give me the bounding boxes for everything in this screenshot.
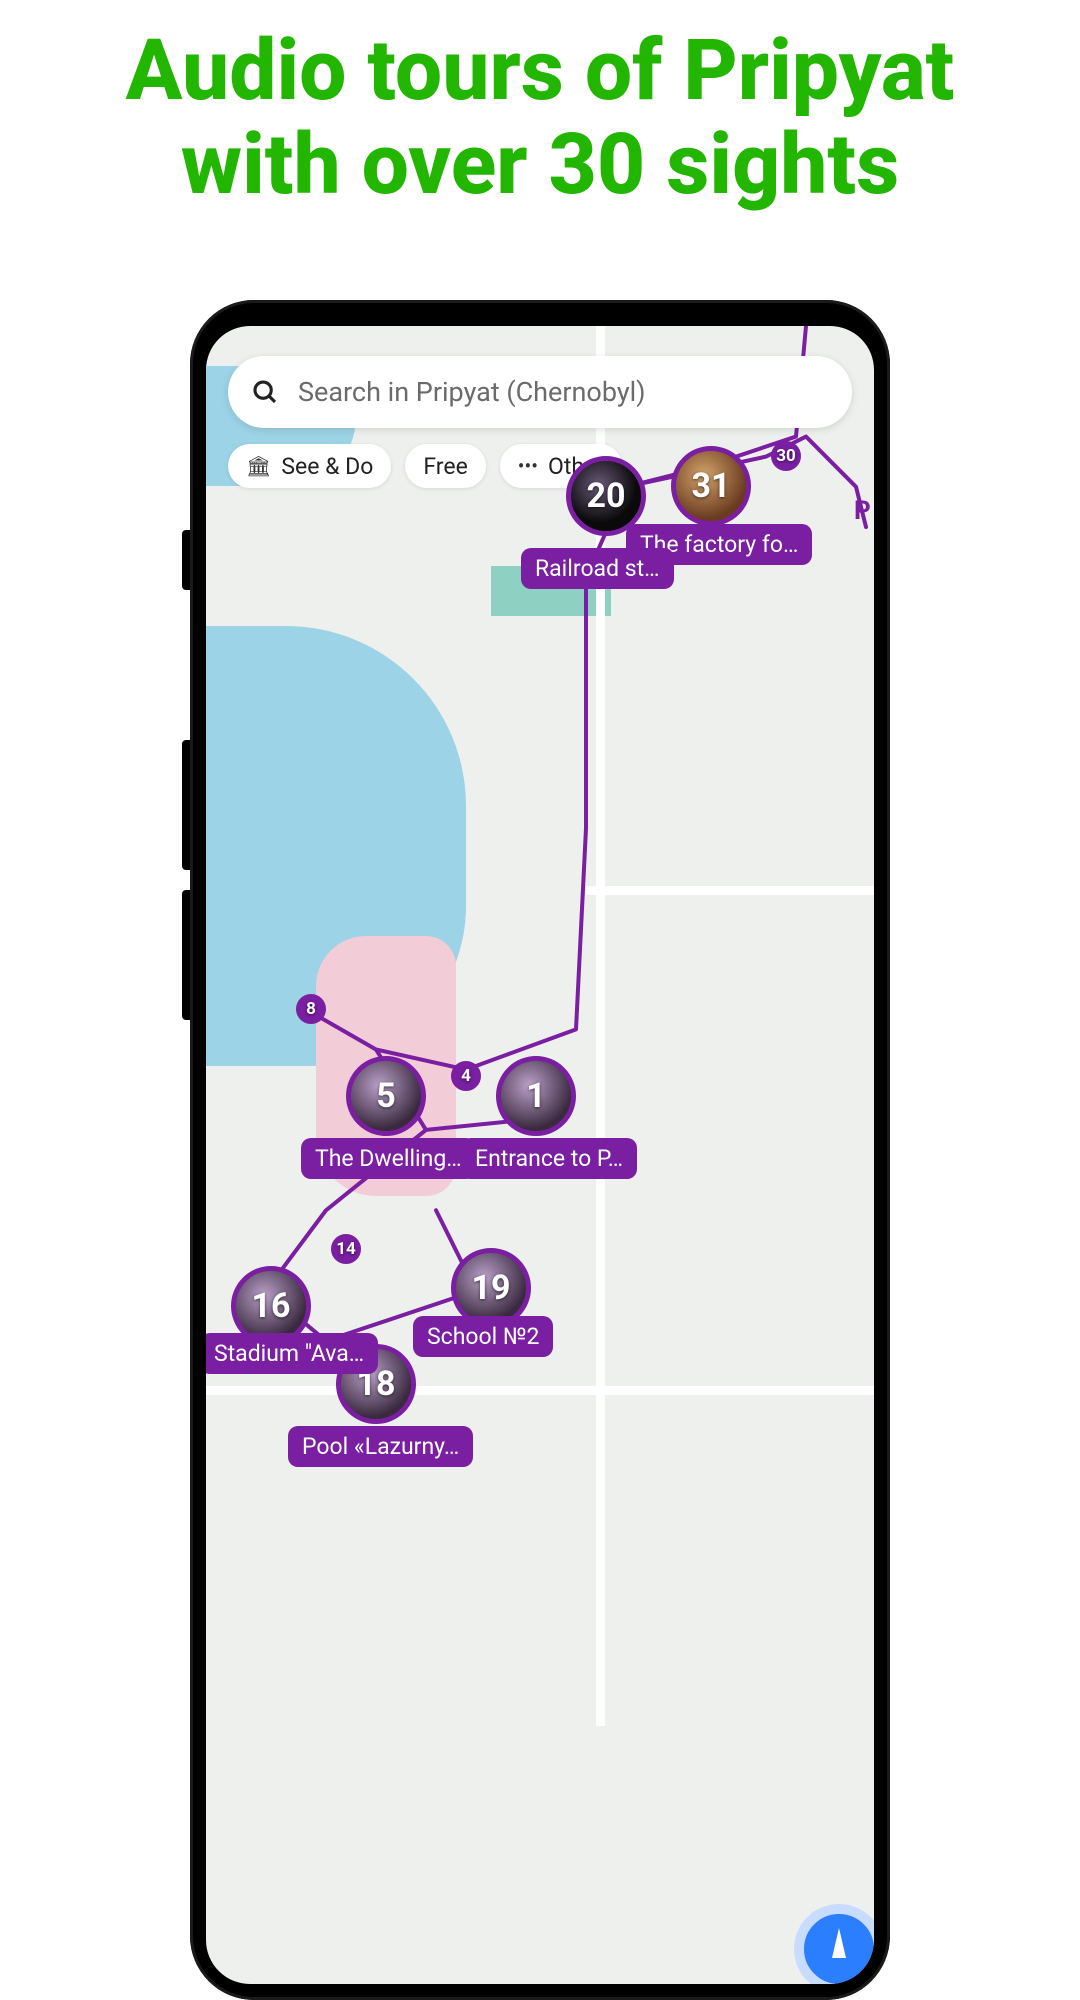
poi-marker-4[interactable]: 4 xyxy=(451,1061,481,1091)
map-road xyxy=(206,1386,874,1395)
poi-marker-30[interactable]: 30 xyxy=(771,441,801,471)
filter-chip-row: 🏛 See & Do Free ••• Other xyxy=(228,444,622,488)
phone-volume-up-button xyxy=(182,740,190,870)
poi-label-16[interactable]: Stadium "Ava… xyxy=(206,1333,378,1374)
poi-label-1[interactable]: Entrance to P… xyxy=(461,1138,637,1179)
poi-number: 19 xyxy=(471,1268,510,1308)
poi-marker-31[interactable]: 31 xyxy=(671,446,751,526)
chip-free[interactable]: Free xyxy=(405,444,485,488)
search-bar[interactable]: Search in Pripyat (Chernobyl) xyxy=(228,356,852,428)
compass-button[interactable] xyxy=(794,1904,874,1984)
map-screen[interactable]: Search in Pripyat (Chernobyl) 🏛 See & Do… xyxy=(206,326,874,1984)
poi-marker-1[interactable]: 1 xyxy=(496,1056,576,1136)
phone-volume-down-button xyxy=(182,890,190,1020)
search-icon xyxy=(250,377,280,407)
poi-number: 4 xyxy=(461,1066,471,1086)
poi-label-5[interactable]: The Dwelling… xyxy=(301,1138,476,1179)
map-road xyxy=(596,326,605,1726)
poi-marker-14[interactable]: 14 xyxy=(331,1234,361,1264)
p-marker: P xyxy=(854,496,871,526)
poi-label-19[interactable]: School №2 xyxy=(413,1316,553,1357)
poi-number: 5 xyxy=(376,1076,396,1116)
museum-icon: 🏛 xyxy=(246,454,271,478)
search-placeholder: Search in Pripyat (Chernobyl) xyxy=(298,376,646,408)
poi-number: 31 xyxy=(691,466,730,506)
chip-see-and-do[interactable]: 🏛 See & Do xyxy=(228,444,391,488)
poi-number: 8 xyxy=(306,999,316,1019)
promo-headline: Audio tours of Pripyat with over 30 sigh… xyxy=(0,0,1080,232)
phone-frame: Search in Pripyat (Chernobyl) 🏛 See & Do… xyxy=(190,300,890,2000)
phone-side-button xyxy=(182,530,190,590)
chip-label: Free xyxy=(423,453,467,480)
poi-label-20[interactable]: Railroad st… xyxy=(521,548,674,589)
poi-label-18[interactable]: Pool «Lazurny… xyxy=(288,1426,473,1467)
poi-number: 14 xyxy=(336,1239,356,1259)
poi-number: 1 xyxy=(526,1076,546,1116)
poi-marker-5[interactable]: 5 xyxy=(346,1056,426,1136)
map-road xyxy=(586,886,874,895)
poi-number: 16 xyxy=(251,1286,290,1326)
poi-number: 30 xyxy=(776,446,796,466)
more-icon: ••• xyxy=(518,454,538,478)
chip-label: See & Do xyxy=(281,453,373,480)
poi-number: 20 xyxy=(586,476,625,516)
poi-marker-8[interactable]: 8 xyxy=(296,994,326,1024)
